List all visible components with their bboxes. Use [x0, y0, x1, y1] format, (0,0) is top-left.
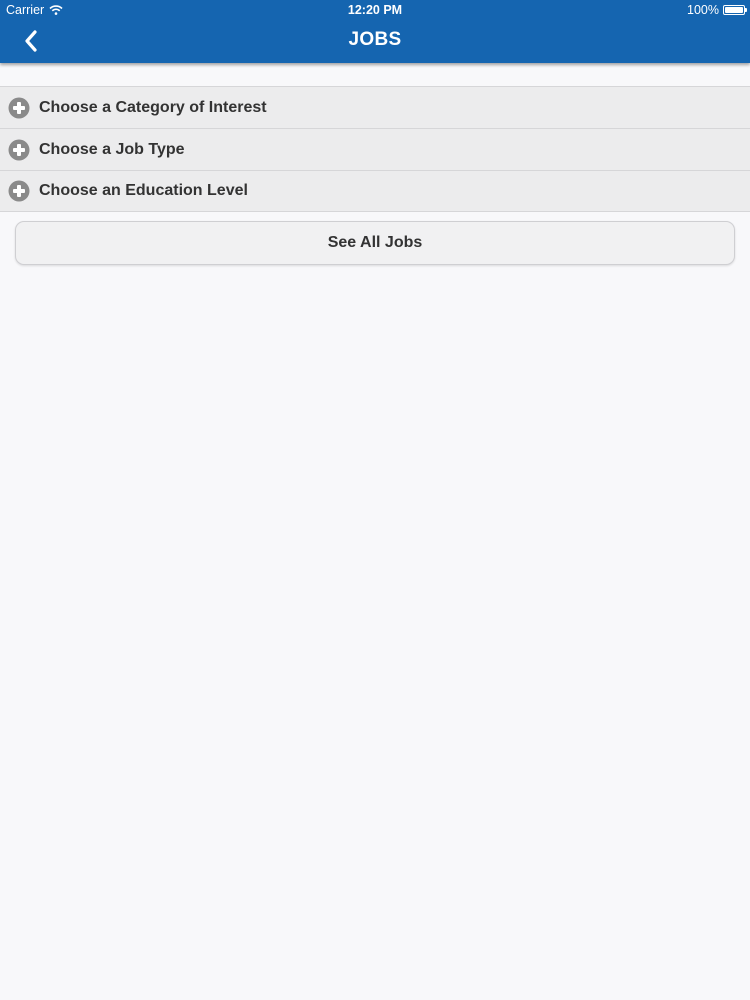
plus-circle-icon [8, 180, 30, 202]
status-time: 12:20 PM [347, 3, 403, 17]
filter-category-of-interest[interactable]: Choose a Category of Interest [0, 86, 750, 128]
navigation-bar: JOBS [0, 20, 750, 63]
filter-label: Choose a Job Type [39, 140, 185, 158]
filter-education-level[interactable]: Choose an Education Level [0, 170, 750, 212]
plus-circle-icon [8, 97, 30, 118]
filter-job-type[interactable]: Choose a Job Type [0, 128, 750, 170]
page-title: JOBS [348, 29, 402, 50]
battery-fill [725, 7, 743, 13]
filter-list: Choose a Category of Interest Choose a J… [0, 86, 750, 212]
battery-percent: 100% [687, 3, 719, 17]
battery-icon [723, 5, 747, 15]
see-all-jobs-button[interactable]: See All Jobs [15, 221, 735, 265]
app-header: Carrier 12:20 PM 100% JOBS [0, 0, 750, 63]
status-bar: Carrier 12:20 PM 100% [0, 0, 750, 20]
battery-indicator: 100% [687, 3, 747, 17]
filter-label: Choose an Education Level [39, 182, 248, 199]
plus-circle-icon [8, 139, 30, 160]
filter-label: Choose a Category of Interest [39, 98, 267, 116]
